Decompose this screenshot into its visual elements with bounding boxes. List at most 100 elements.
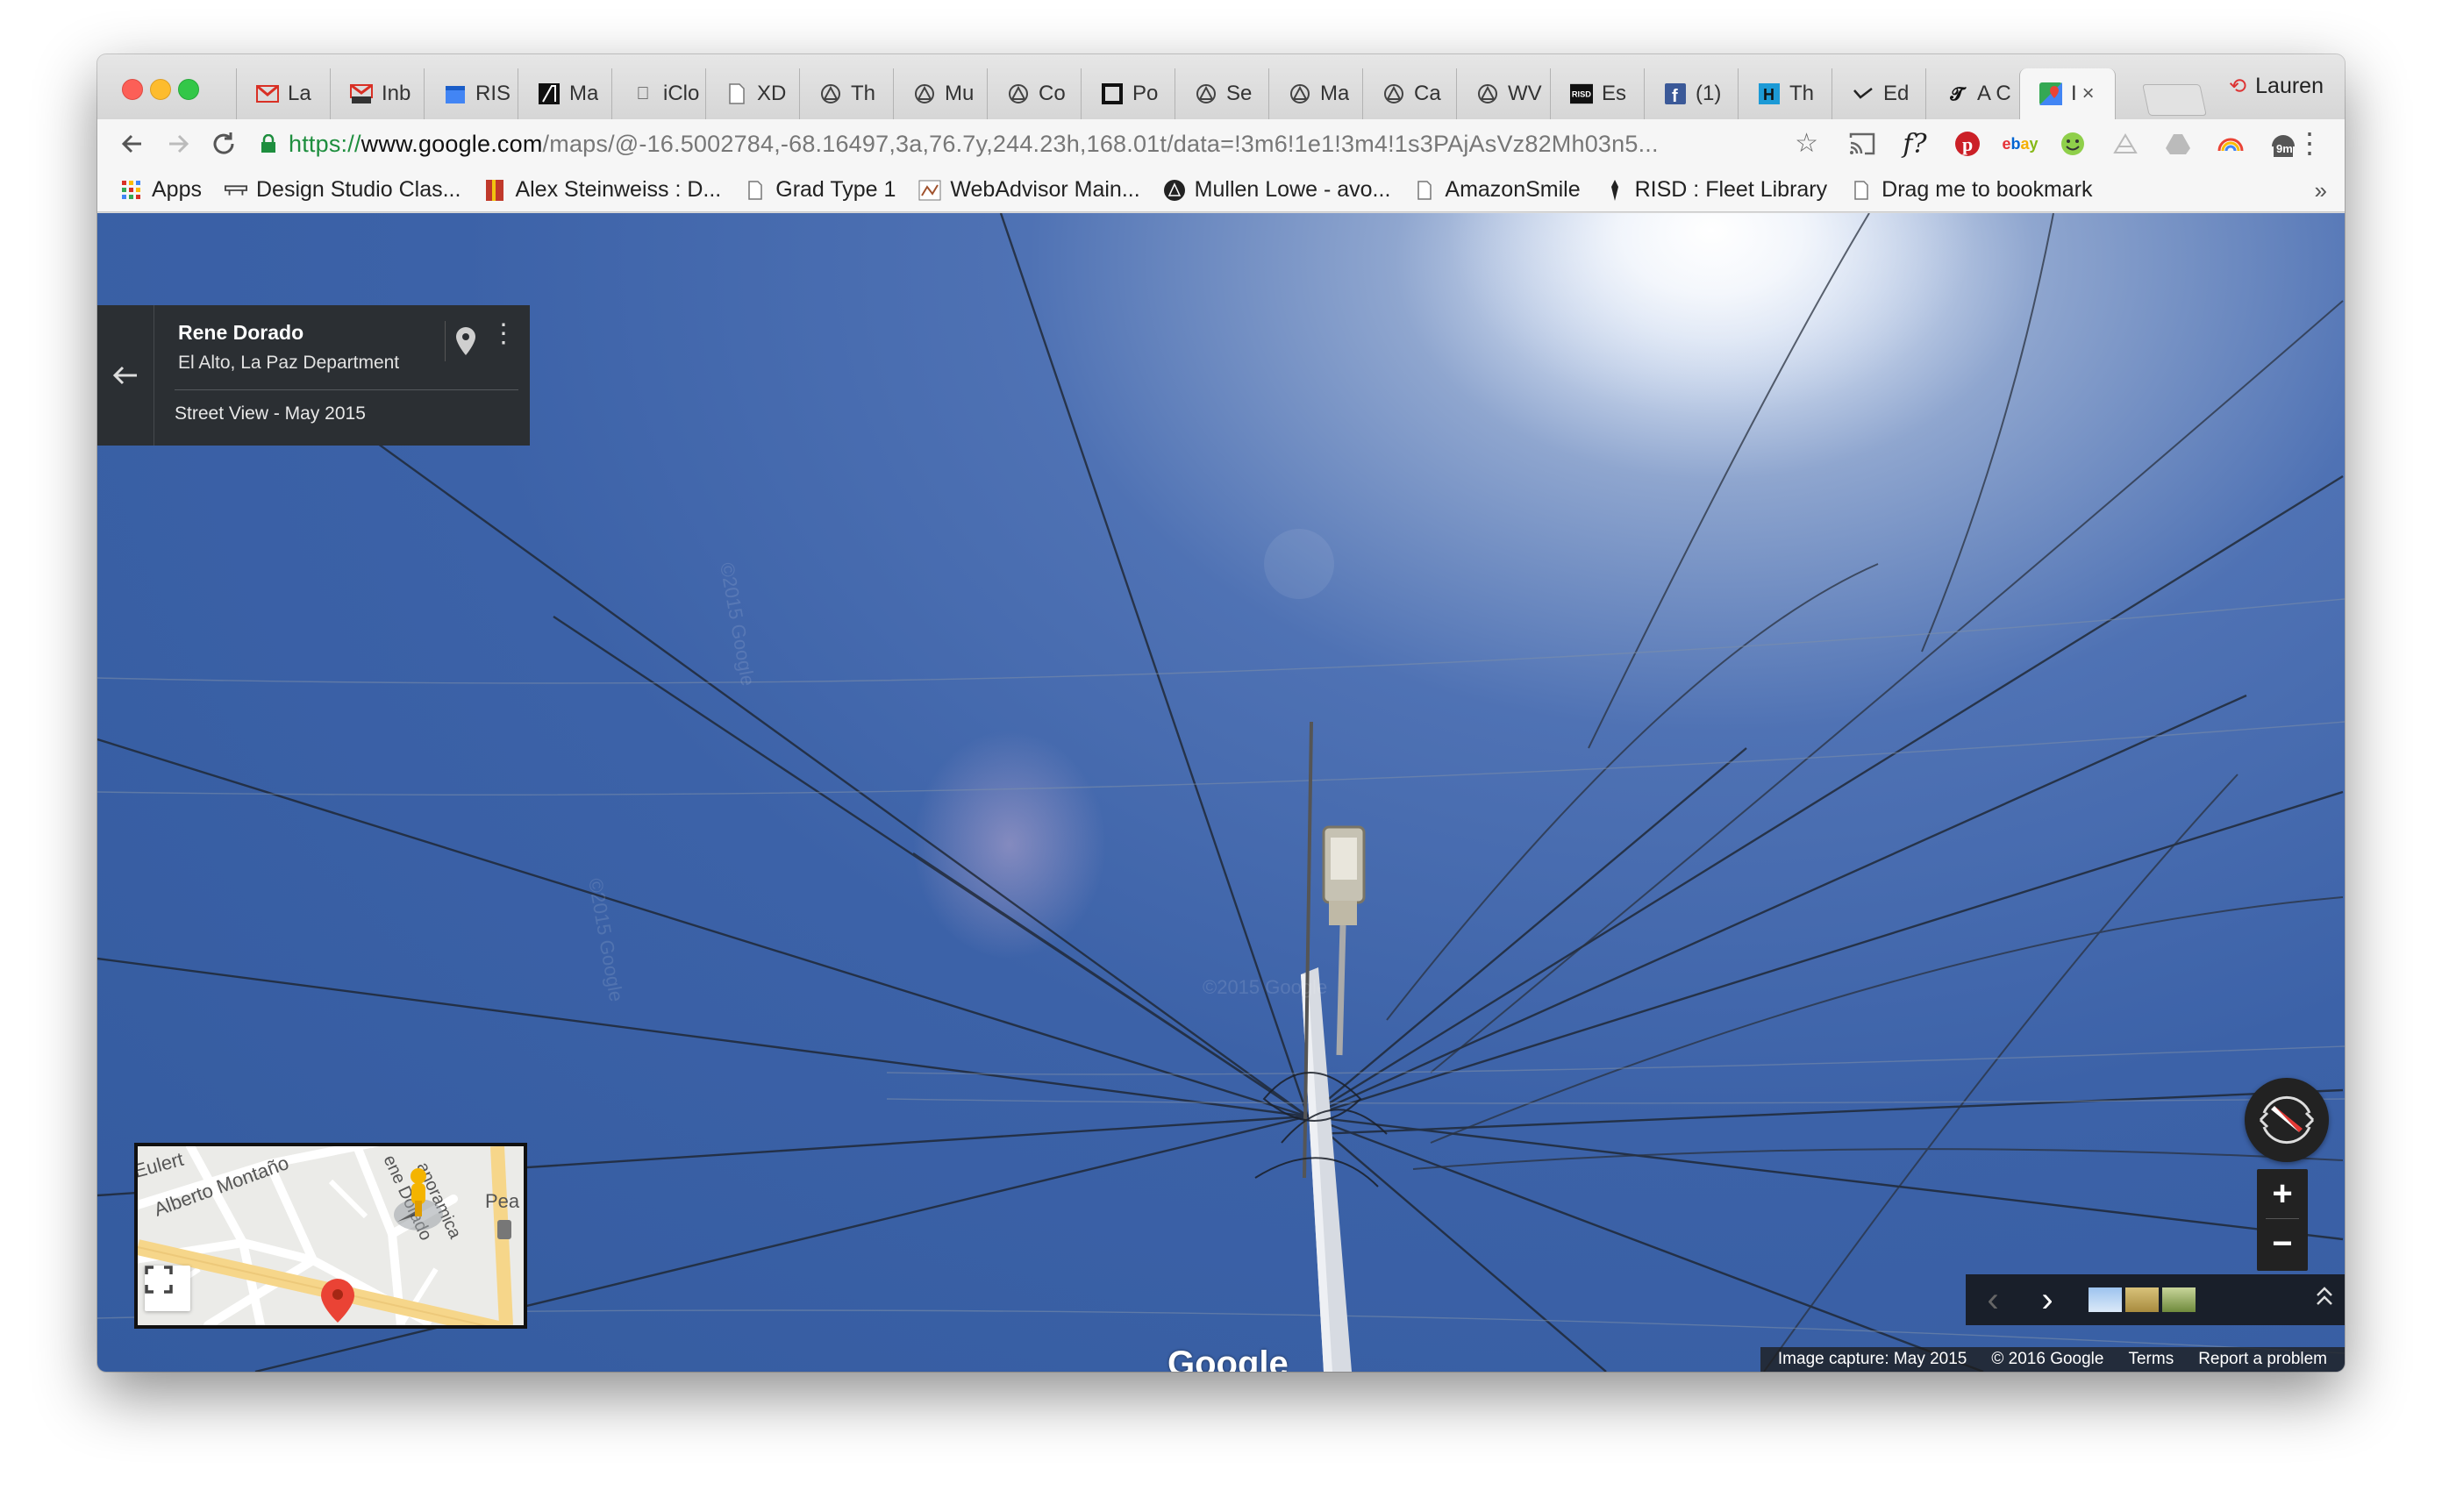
bookmark-risd-fleet-library[interactable]: RISD : Fleet Library [1603,177,1827,203]
tab-h[interactable]: H Th [1738,68,1832,119]
gmail-icon [256,82,279,105]
smiley-icon[interactable] [2055,126,2090,161]
photo-thumbnail[interactable] [2162,1287,2196,1312]
svg-text:RISD: RISD [1572,90,1591,99]
tab-title: Es [1602,82,1627,105]
lock-icon[interactable] [257,132,280,155]
svg-text:H: H [1763,86,1774,103]
image-capture-date: Image capture: May 2015 [1777,1350,1967,1368]
timer-label: 9m [2276,142,2293,155]
tab-nyt[interactable]: 𝓣A C [1925,68,2019,119]
close-window-button[interactable] [122,79,143,100]
photo-thumbnail[interactable] [2089,1287,2122,1312]
drive-icon[interactable] [2160,126,2196,161]
tab-title: WV [1508,82,1542,105]
tab-tripod-3[interactable]: Co [987,68,1081,119]
ebay-icon[interactable]: ebay [2002,126,2038,161]
pegman-icon[interactable] [392,1166,445,1236]
tab-facebook[interactable]: f (1) [1644,68,1738,119]
tab-square[interactable]: Po [1081,68,1175,119]
map-label-pea: Pea [485,1190,520,1212]
url-host: www.google.com [361,130,543,157]
rainbow-icon[interactable] [2213,126,2248,161]
apps-grid-icon [120,179,143,202]
bookmarks-overflow-button[interactable]: » [2315,177,2327,204]
bookmark-drag-me[interactable]: Drag me to bookmark [1850,177,2093,203]
photo-thumbnail[interactable] [2125,1287,2159,1312]
tab-google-maps[interactable]: I × [2019,68,2116,119]
tab-title: Mu [945,82,975,105]
pinterest-icon[interactable]: p [1950,126,1985,161]
chrome-menu-icon[interactable]: ⋮ [2296,126,2324,160]
previous-photo-button[interactable]: ‹ [1966,1274,2020,1325]
svg-text:©2015 Google: ©2015 Google [1203,976,1327,998]
tab-tripod-7[interactable]: WV [1456,68,1550,119]
tab-title: Ma [569,82,599,105]
minimap[interactable]: Eulert Alberto Montaño ene Dorado anoram… [134,1143,527,1329]
bookmark-apps[interactable]: Apps [120,177,202,203]
tab-tripod-1[interactable]: Th [799,68,893,119]
more-options-icon[interactable]: ⋮ [490,321,517,347]
tripod-icon [1289,82,1311,105]
fullscreen-icon [145,1266,173,1294]
tab-title: Ed [1883,82,1910,105]
tab-title: Po [1132,82,1159,105]
tab-risd[interactable]: RISD Es [1550,68,1644,119]
bookmark-label: Drag me to bookmark [1881,177,2093,202]
forward-button[interactable] [161,126,196,161]
tab-title: Inb [382,82,411,105]
new-tab-button[interactable] [2142,84,2207,116]
tab-ed[interactable]: Ed [1832,68,1925,119]
url-text[interactable]: https://www.google.com/maps/@-16.5002784… [289,131,1659,158]
tab-a-logo[interactable]: Ma [518,68,611,119]
risd-icon [1603,179,1626,202]
bookmark-star-icon[interactable]: ☆ [1795,128,1818,159]
apple-icon:  [632,82,654,105]
tab-icloud[interactable]:  iClo [611,68,705,119]
tab-tripod-2[interactable]: Mu [893,68,987,119]
close-tab-icon[interactable]: × [2082,82,2095,106]
location-pin-icon [321,1279,354,1323]
bookmark-grad-type[interactable]: Grad Type 1 [744,177,896,203]
mullen-icon [1163,179,1186,202]
bookmark-mullen-lowe[interactable]: Mullen Lowe - avo... [1163,177,1390,203]
back-to-map-button[interactable] [97,305,154,446]
attribution-footer: Image capture: May 2015 © 2016 Google Te… [1760,1347,2345,1372]
compass-button[interactable] [2245,1078,2329,1162]
tab-tripod-5[interactable]: Ma [1268,68,1362,119]
check-icon [1852,82,1874,105]
zoom-in-button[interactable]: + [2257,1169,2308,1218]
facebook-icon: f [1664,82,1687,105]
tripod-icon [913,82,936,105]
back-button[interactable] [115,126,150,161]
reload-button[interactable] [206,126,241,161]
profile-name: Lauren [2255,74,2324,98]
bookmark-design-studio[interactable]: Design Studio Clas... [224,177,461,203]
tab-gmail[interactable]: La [236,68,330,119]
tab-xd[interactable]: XD [705,68,799,119]
fquestion-icon[interactable]: f? [1897,126,1932,161]
map-pin-icon[interactable] [445,321,486,361]
zoom-out-button[interactable]: − [2257,1219,2308,1268]
tab-calendar[interactable]: RIS [424,68,518,119]
bookmark-alex-steinweiss[interactable]: Alex Steinweiss : D... [483,177,721,203]
profile-button[interactable]: ⟲ Lauren [2229,74,2324,99]
street-view-panorama[interactable]: ©2015 Google ©2015 Google ©2015 Google R… [97,213,2345,1372]
collapse-strip-icon[interactable] [2315,1285,2334,1315]
tab-inbox[interactable]: Inb [330,68,424,119]
address-bar[interactable]: https://www.google.com/maps/@-16.5002784… [257,125,1832,163]
tab-tripod-6[interactable]: Ca [1362,68,1456,119]
minimize-window-button[interactable] [150,79,171,100]
triangle-icon[interactable] [2108,126,2143,161]
tab-tripod-4[interactable]: Se [1175,68,1268,119]
cast-icon[interactable] [1845,126,1880,161]
report-problem-link[interactable]: Report a problem [2198,1350,2327,1369]
bookmark-amazonsmile[interactable]: AmazonSmile [1413,177,1581,203]
zoom-window-button[interactable] [178,79,199,100]
page-icon [725,82,748,105]
bookmark-webadvisor[interactable]: WebAdvisor Main... [918,177,1140,203]
next-photo-button[interactable]: › [2020,1274,2074,1325]
terms-link[interactable]: Terms [2128,1350,2174,1369]
expand-map-button[interactable] [145,1266,190,1311]
bookmark-label: AmazonSmile [1445,177,1581,202]
